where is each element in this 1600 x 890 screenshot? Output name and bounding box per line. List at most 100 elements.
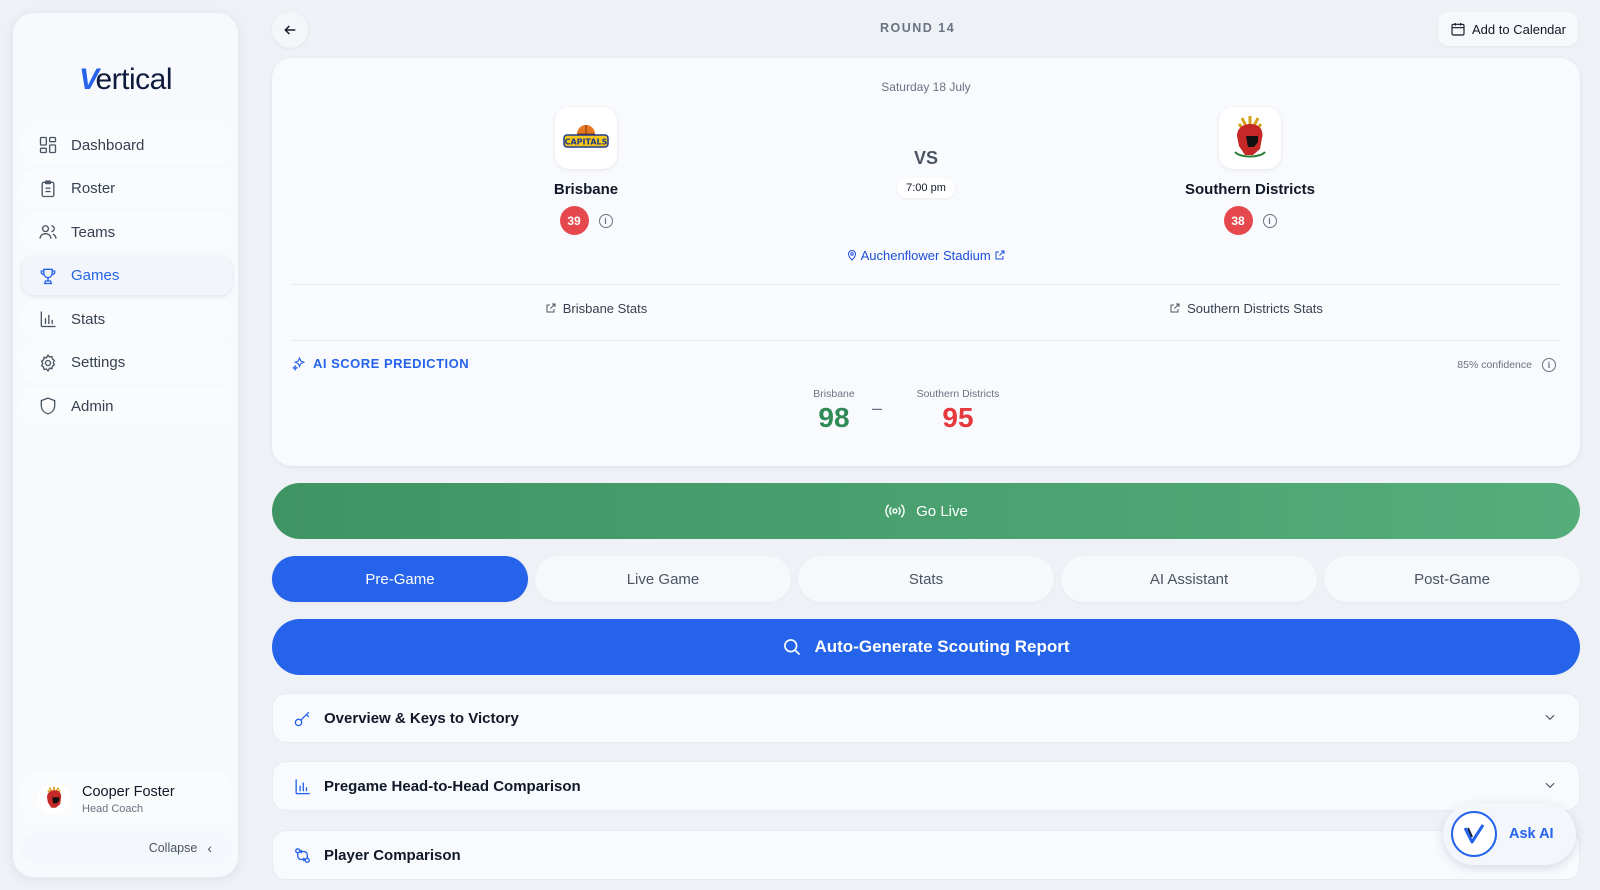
home-team: CAPITALS Brisbane 39 i — [486, 107, 686, 235]
sparkles-icon — [292, 356, 306, 371]
info-icon[interactable]: i — [598, 213, 613, 228]
sidebar-item-games[interactable]: Games — [22, 256, 232, 295]
confidence-label: 85% confidence — [1457, 359, 1532, 371]
chevron-down-icon — [1543, 710, 1557, 728]
section-overview-keys[interactable]: Overview & Keys to Victory — [272, 693, 1580, 743]
avatar — [38, 783, 70, 815]
go-live-button[interactable]: Go Live — [272, 483, 1580, 539]
external-link-icon — [546, 303, 556, 313]
away-team-logo[interactable] — [1219, 107, 1281, 169]
away-prediction-label: Southern Districts — [916, 388, 1000, 400]
sidebar-item-label: Roster — [71, 180, 116, 197]
home-rating-badge: 39 — [559, 206, 589, 235]
users-icon — [38, 222, 58, 242]
away-prediction: Southern Districts 95 — [898, 388, 1018, 434]
match-card: Saturday 18 July CAPITALS Brisbane 39 i … — [272, 58, 1580, 466]
tab-live-game[interactable]: Live Game — [535, 556, 791, 602]
sidebar-item-stats[interactable]: Stats — [22, 300, 232, 338]
sidebar: Vertical Dashboard Roster Teams Games St… — [12, 12, 239, 878]
sidebar-nav: Dashboard Roster Teams Games Stats Setti… — [22, 126, 232, 431]
svg-text:CAPITALS: CAPITALS — [565, 138, 608, 147]
section-label: Overview & Keys to Victory — [324, 709, 519, 727]
info-icon[interactable]: i — [1542, 358, 1556, 372]
tab-pre-game[interactable]: Pre-Game — [272, 556, 528, 602]
tab-ai-assistant[interactable]: AI Assistant — [1061, 556, 1317, 602]
sidebar-item-label: Dashboard — [71, 136, 145, 154]
spartan-logo-icon — [1234, 116, 1266, 158]
map-pin-icon — [847, 250, 856, 261]
sidebar-item-settings[interactable]: Settings — [22, 343, 232, 382]
add-to-calendar-label: Add to Calendar — [1472, 21, 1566, 37]
broadcast-icon — [885, 504, 905, 518]
ask-ai-button[interactable]: Ask AI — [1443, 803, 1576, 865]
sidebar-item-label: Stats — [71, 310, 106, 328]
search-icon — [784, 639, 801, 656]
clipboard-icon — [38, 179, 58, 199]
back-button[interactable] — [272, 12, 308, 48]
gear-icon — [38, 353, 58, 373]
away-team-rating: 38 i — [1150, 206, 1350, 235]
tab-post-game[interactable]: Post-Game — [1324, 556, 1580, 602]
home-stats-link[interactable]: Brisbane Stats — [292, 290, 900, 326]
ask-ai-label: Ask AI — [1509, 826, 1554, 842]
venue-link[interactable]: Auchenflower Stadium — [272, 248, 1580, 263]
ai-prediction-title: AI SCORE PREDICTION — [313, 356, 470, 371]
sidebar-item-label: Teams — [71, 223, 116, 241]
vertical-logo[interactable]: Vertical — [13, 63, 238, 97]
section-label: Player Comparison — [324, 846, 461, 864]
game-tabs: Pre-Game Live Game Stats AI Assistant Po… — [272, 556, 1580, 602]
home-team-name: Brisbane — [553, 181, 619, 198]
section-label: Pregame Head-to-Head Comparison — [324, 777, 581, 795]
sidebar-item-roster[interactable]: Roster — [22, 169, 232, 208]
shield-icon — [38, 396, 58, 416]
arrow-left-icon — [284, 25, 296, 35]
spartan-logo-icon — [47, 786, 62, 808]
away-stats-label: Southern Districts Stats — [1187, 300, 1323, 316]
scouting-report-label: Auto-Generate Scouting Report — [814, 637, 1070, 656]
home-team-rating: 39 i — [486, 206, 686, 235]
dashboard-icon — [38, 135, 58, 155]
away-team: Southern Districts 38 i — [1150, 107, 1350, 235]
scouting-report-button[interactable]: Auto-Generate Scouting Report — [272, 619, 1580, 675]
away-team-name: Southern Districts — [1184, 181, 1316, 198]
ask-ai-logo-icon — [1451, 811, 1497, 857]
venue-name: Auchenflower Stadium — [860, 248, 991, 263]
divider — [292, 340, 1560, 341]
calendar-icon — [1451, 23, 1465, 36]
trophy-icon — [38, 266, 58, 286]
chevron-down-icon — [1543, 778, 1557, 796]
away-stats-link[interactable]: Southern Districts Stats — [932, 290, 1560, 326]
user-card[interactable]: Cooper Foster Head Coach — [22, 773, 232, 825]
add-to-calendar-button[interactable]: Add to Calendar — [1438, 12, 1578, 46]
section-player-comparison[interactable]: Player Comparison — [272, 830, 1580, 880]
external-link-icon — [1170, 303, 1180, 313]
prediction-confidence: 85% confidence i — [1457, 358, 1556, 372]
sidebar-item-teams[interactable]: Teams — [22, 213, 232, 251]
key-icon — [294, 711, 310, 726]
ai-prediction-heading: AI SCORE PREDICTION — [292, 356, 469, 371]
prediction-dash: – — [872, 398, 883, 418]
section-head-to-head[interactable]: Pregame Head-to-Head Comparison — [272, 761, 1580, 811]
user-name: Cooper Foster — [82, 783, 175, 800]
logo-text: ertical — [95, 63, 173, 96]
sidebar-item-admin[interactable]: Admin — [22, 387, 232, 425]
chevron-left-icon: ‹ — [207, 840, 212, 856]
external-link-icon — [995, 250, 1005, 260]
info-icon[interactable]: i — [1262, 213, 1277, 228]
collapse-label: Collapse — [148, 841, 198, 855]
vs-label: VS — [913, 148, 938, 168]
swap-icon — [295, 847, 310, 863]
sidebar-item-label: Games — [71, 267, 120, 284]
go-live-label: Go Live — [916, 502, 968, 520]
match-time: 7:00 pm — [897, 178, 955, 198]
collapse-button[interactable]: Collapse ‹ — [22, 833, 232, 863]
sidebar-item-dashboard[interactable]: Dashboard — [22, 126, 232, 164]
tab-stats[interactable]: Stats — [798, 556, 1054, 602]
user-role: Head Coach — [82, 802, 144, 815]
match-date: Saturday 18 July — [881, 80, 971, 94]
sidebar-item-label: Settings — [71, 354, 126, 371]
bar-chart-icon — [38, 309, 58, 329]
round-label: ROUND 14 — [880, 21, 956, 35]
away-rating-badge: 38 — [1223, 206, 1253, 235]
bar-chart-icon — [295, 778, 310, 794]
